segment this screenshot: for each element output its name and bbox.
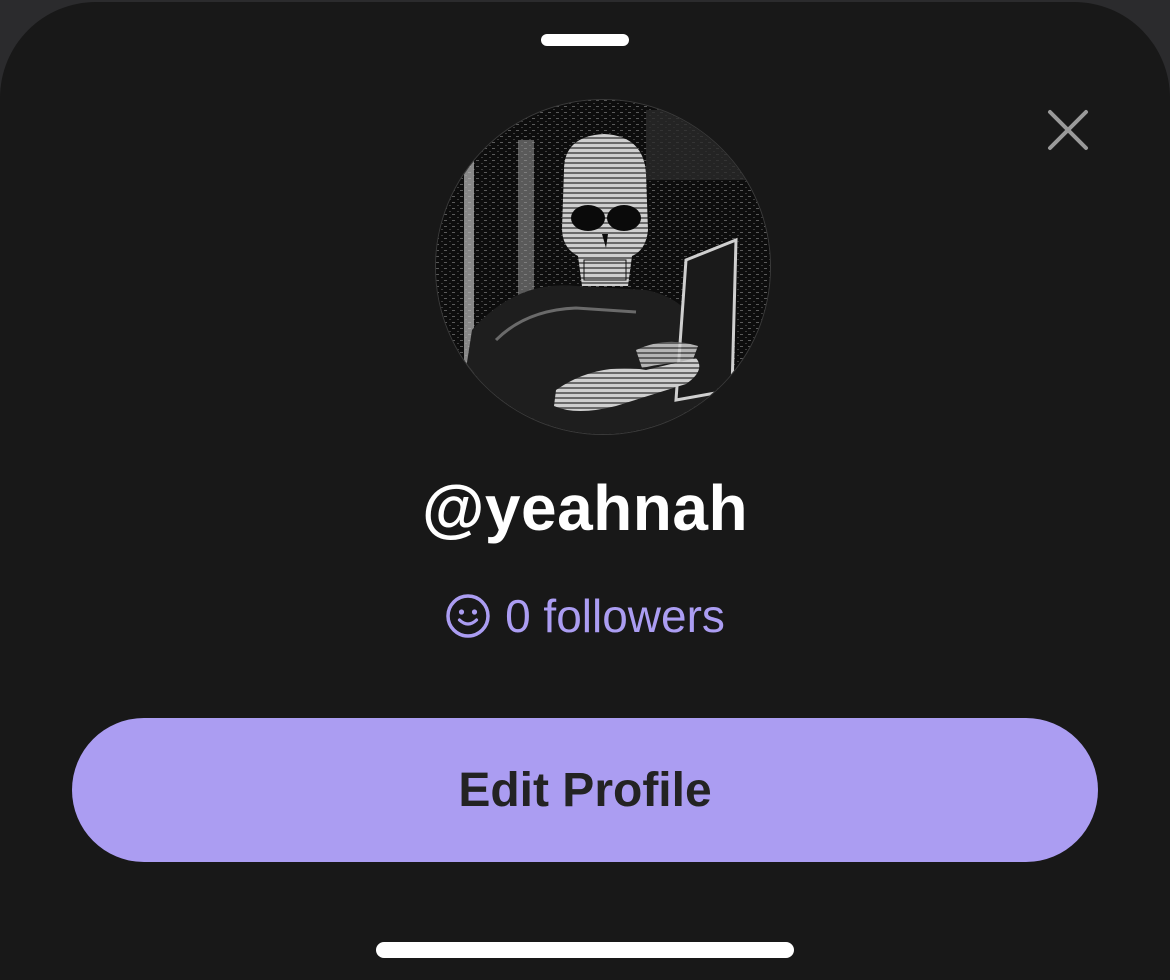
close-icon (1048, 110, 1088, 150)
skull-avatar-image (436, 100, 770, 434)
close-button[interactable] (1036, 98, 1100, 162)
followers-link[interactable]: 0 followers (0, 588, 1170, 644)
sheet-grabber[interactable] (541, 34, 629, 46)
avatar[interactable] (436, 100, 770, 434)
followers-count-label: 0 followers (505, 590, 725, 642)
profile-sheet: @yeahnah 0 followers Edit Profile (0, 2, 1170, 980)
username: @yeahnah (421, 472, 749, 544)
home-indicator[interactable] (376, 942, 794, 958)
edit-profile-button[interactable]: Edit Profile (72, 718, 1098, 862)
edit-profile-label: Edit Profile (458, 763, 712, 817)
smiley-icon (445, 593, 491, 639)
